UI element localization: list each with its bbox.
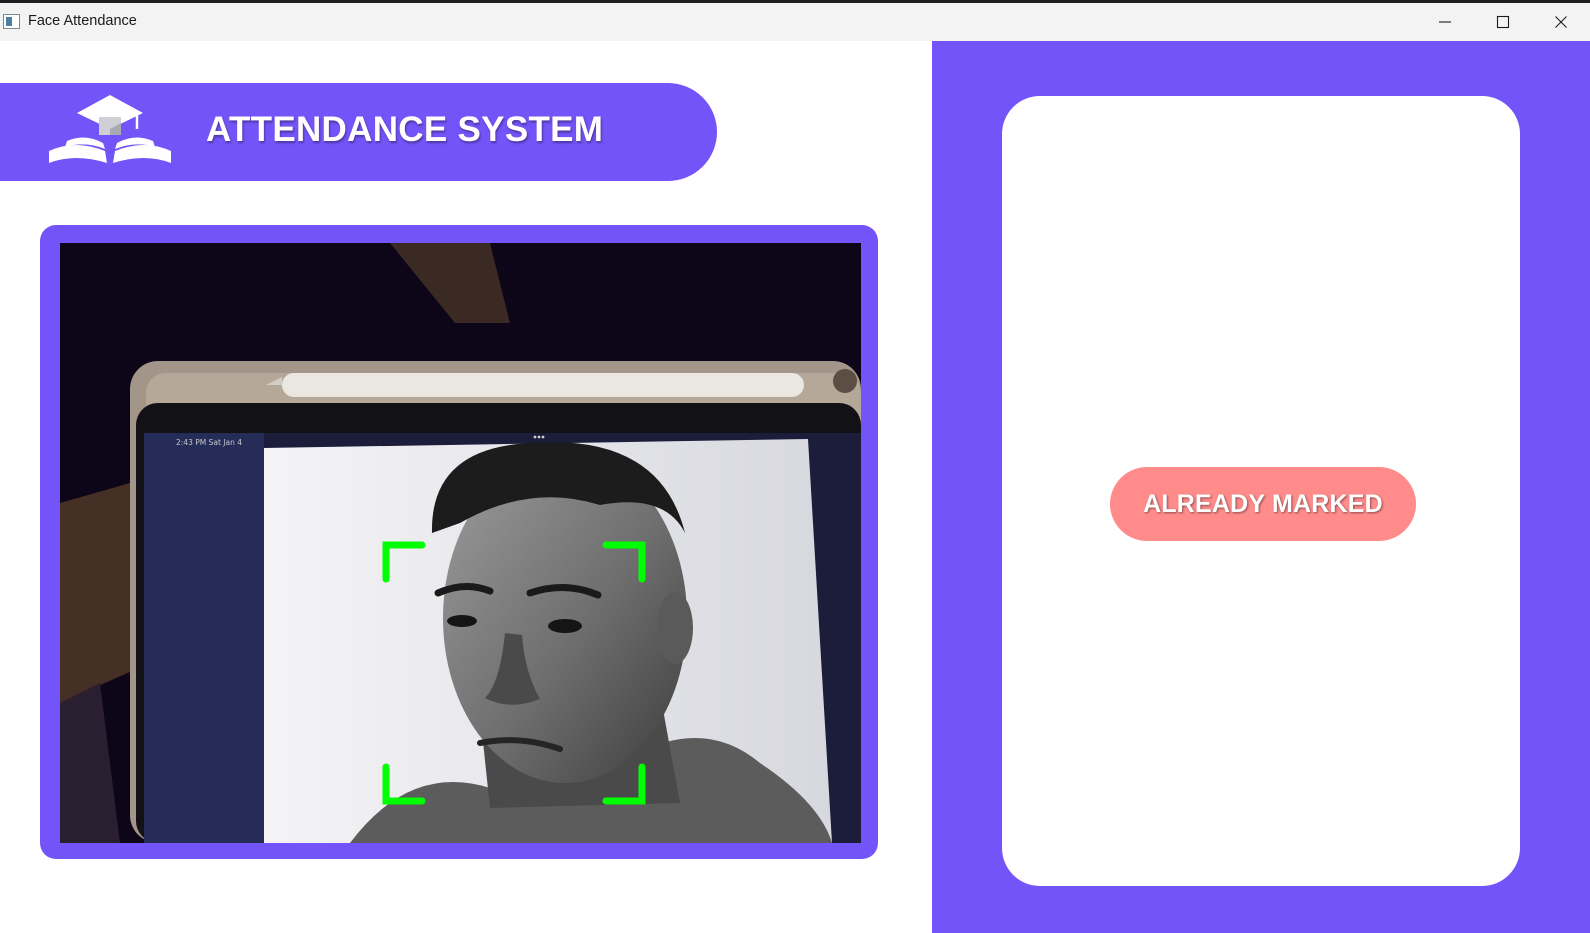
minimize-button[interactable] — [1422, 3, 1468, 41]
maximize-button[interactable] — [1480, 3, 1526, 41]
tablet-status-bar-text: 2:43 PM Sat Jan 4 — [176, 438, 242, 447]
page-title: ATTENDANCE SYSTEM — [206, 110, 604, 149]
student-info-card: ALREADY MARKED — [1002, 96, 1520, 886]
maximize-icon — [1496, 15, 1510, 29]
title-bar[interactable]: Face Attendance — [0, 3, 1590, 41]
window-title: Face Attendance — [28, 13, 137, 29]
close-icon — [1555, 16, 1567, 28]
graduation-cap-book-icon — [49, 95, 171, 163]
app-window-icon — [3, 14, 20, 29]
status-label: ALREADY MARKED — [1143, 489, 1383, 518]
header-banner: ATTENDANCE SYSTEM — [0, 83, 717, 181]
camera-frame: 2:43 PM Sat Jan 4 — [40, 225, 878, 859]
close-button[interactable] — [1538, 3, 1584, 41]
status-badge: ALREADY MARKED — [1110, 467, 1416, 541]
right-panel: ALREADY MARKED — [932, 41, 1590, 933]
webcam-feed: 2:43 PM Sat Jan 4 — [60, 243, 861, 843]
minimize-icon — [1439, 21, 1451, 23]
